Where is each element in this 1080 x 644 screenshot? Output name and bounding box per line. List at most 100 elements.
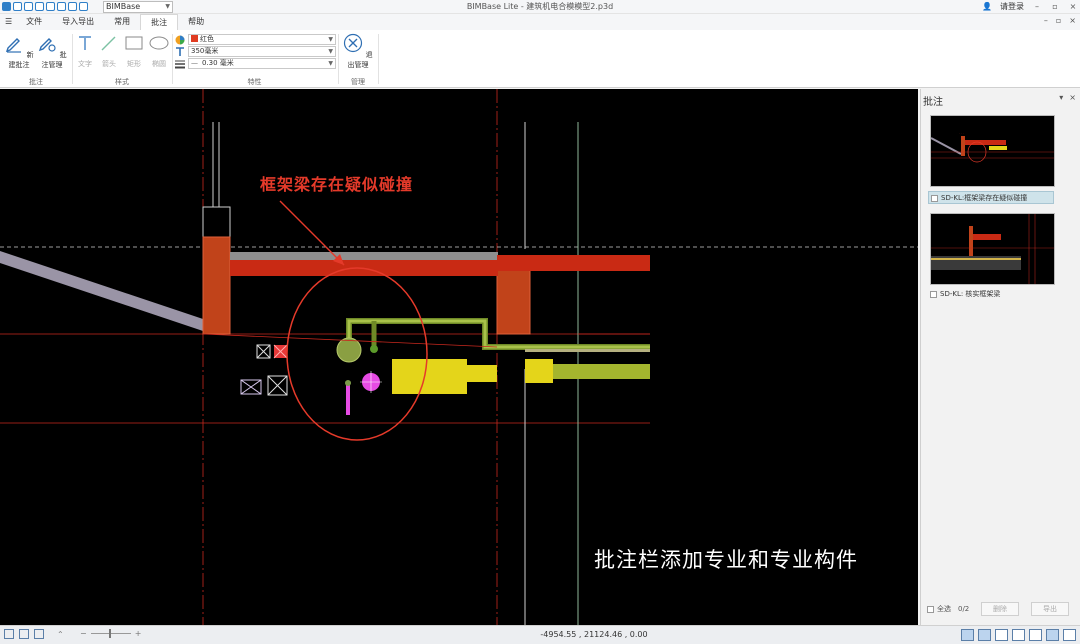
restore-button[interactable]: ▫ bbox=[1050, 1, 1060, 13]
redo-icon[interactable] bbox=[79, 2, 88, 11]
annotation-thumbnail[interactable]: · · · bbox=[930, 115, 1055, 187]
menu-help[interactable]: 帮助 bbox=[178, 14, 214, 30]
window-controls: 👤 请登录 – ▫ × bbox=[982, 1, 1078, 13]
color-property-row: 红色 ▼ bbox=[175, 34, 336, 45]
quick-access-toolbar bbox=[2, 2, 88, 11]
menu-annotation[interactable]: 批注 bbox=[140, 14, 179, 30]
line-width-icon bbox=[175, 60, 185, 68]
line-width-select[interactable]: — 0.30 毫米 ▼ bbox=[188, 58, 336, 69]
delete-button[interactable]: 删除 bbox=[981, 602, 1019, 616]
arrow-tool-icon bbox=[101, 36, 116, 51]
project-select[interactable]: BIMBase ▼ bbox=[103, 1, 173, 13]
tracking-toggle-icon[interactable] bbox=[1046, 629, 1059, 641]
panel-dropdown-icon[interactable]: ▾ bbox=[1059, 93, 1063, 102]
color-select-value: 红色 bbox=[200, 35, 214, 43]
new-file-icon[interactable] bbox=[13, 2, 22, 11]
text-size-icon bbox=[176, 46, 184, 56]
column-right bbox=[496, 268, 531, 335]
magenta-pipe bbox=[346, 385, 350, 415]
settings-icon[interactable] bbox=[57, 2, 66, 11]
column-left bbox=[202, 236, 231, 335]
video-caption: 批注栏添加专业和专业构件 bbox=[594, 548, 858, 572]
text-size-select-value: 350毫米 bbox=[191, 47, 219, 55]
ribbon-close-icon[interactable]: × bbox=[1069, 16, 1076, 25]
annotation-manage-button[interactable]: 批注管理 bbox=[35, 33, 69, 70]
menu-import-export[interactable]: 导入导出 bbox=[52, 14, 104, 30]
svg-text:· · ·: · · · bbox=[959, 131, 964, 135]
text-size-select[interactable]: 350毫米 ▼ bbox=[188, 46, 336, 57]
chevron-down-icon: ▼ bbox=[328, 48, 333, 55]
annotation-text[interactable]: 框架梁存在疑似碰撞 bbox=[260, 171, 413, 195]
new-annotation-label: 新建批注 bbox=[8, 51, 34, 69]
ortho-toggle-icon[interactable] bbox=[978, 629, 991, 641]
thumbnail-image bbox=[931, 214, 1054, 284]
group-label-properties: 特性 bbox=[247, 78, 262, 86]
color-select[interactable]: 红色 ▼ bbox=[188, 34, 336, 45]
login-link[interactable]: 请登录 bbox=[1000, 1, 1024, 13]
pencil-icon bbox=[6, 38, 22, 53]
grid-toggle-icon[interactable] bbox=[1029, 629, 1042, 641]
export-button[interactable]: 导出 bbox=[1031, 602, 1069, 616]
select-all-row[interactable]: 全选 0/2 bbox=[927, 604, 969, 614]
yellow-duct bbox=[467, 365, 497, 382]
text-tool-button[interactable]: 文字 bbox=[75, 33, 95, 69]
arrow-tool-label: 箭头 bbox=[102, 60, 116, 68]
minimize-button[interactable]: – bbox=[1032, 1, 1042, 13]
pipe-fitting bbox=[336, 337, 362, 363]
annotation-checkbox[interactable] bbox=[930, 291, 937, 298]
ellipse-icon bbox=[149, 36, 169, 50]
close-button[interactable]: × bbox=[1068, 1, 1078, 13]
select-all-checkbox[interactable] bbox=[927, 605, 934, 613]
status-bar: ⌃ − + -4954.55 , 21124.46 , 0.00 bbox=[0, 625, 1080, 644]
arrow-tool-button[interactable]: 箭头 bbox=[99, 33, 119, 69]
select-all-label: 全选 bbox=[937, 605, 951, 613]
axis-toggle-icon[interactable] bbox=[1012, 629, 1025, 641]
ribbon-restore-icon[interactable]: ▫ bbox=[1056, 16, 1061, 25]
panel-title: 批注 bbox=[923, 97, 943, 108]
ellipse-tool-button[interactable]: 椭圆 bbox=[148, 33, 170, 69]
panel-close-icon[interactable]: × bbox=[1069, 93, 1076, 102]
undo-icon[interactable] bbox=[68, 2, 77, 11]
selection-count: 0/2 bbox=[958, 605, 970, 613]
annotation-thumbnail[interactable] bbox=[930, 213, 1055, 285]
color-palette-icon bbox=[175, 35, 185, 44]
annotation-list-item[interactable]: SD-KL: 核实框架梁 bbox=[928, 288, 1054, 301]
annotation-checkbox[interactable] bbox=[931, 195, 938, 202]
ribbon: 新建批注 批注管理 批注 文字 箭头 矩形 椭圆 样式 红色 ▼ 350毫米 ▼… bbox=[0, 30, 1080, 88]
title-bar: BIMBase ▼ BIMBase Lite - 建筑机电合模模型2.p3d 👤… bbox=[0, 0, 1080, 14]
frame-beam bbox=[497, 255, 650, 271]
new-annotation-button[interactable]: 新建批注 bbox=[3, 33, 35, 70]
ellipse-tool-label: 椭圆 bbox=[152, 60, 166, 68]
menu-bar: ☰ 文件 导入导出 常用 批注 帮助 – ▫ × bbox=[0, 14, 1080, 30]
cursor-coordinates: -4954.55 , 21124.46 , 0.00 bbox=[540, 630, 648, 639]
app-logo-icon bbox=[2, 2, 11, 11]
group-label-annotation: 批注 bbox=[29, 78, 43, 86]
menu-common[interactable]: 常用 bbox=[104, 14, 140, 30]
angle-toggle-icon[interactable] bbox=[995, 629, 1008, 641]
settings-gear-icon[interactable] bbox=[1063, 629, 1076, 641]
project-select-value: BIMBase bbox=[106, 2, 141, 11]
annotation-manage-icon bbox=[39, 38, 56, 52]
thumbnail-image: · · · bbox=[931, 131, 1054, 163]
chevron-down-icon: ▼ bbox=[165, 3, 170, 10]
save-icon[interactable] bbox=[35, 2, 44, 11]
ribbon-minimize-icon[interactable]: – bbox=[1044, 16, 1048, 25]
snap-toggle-icon[interactable] bbox=[961, 629, 974, 641]
exit-circle-x-icon bbox=[344, 33, 363, 53]
rect-tool-button[interactable]: 矩形 bbox=[123, 33, 145, 69]
save-as-icon[interactable] bbox=[46, 2, 55, 11]
annotation-item-label: SD-KL:框架梁存在疑似碰撞 bbox=[941, 194, 1028, 202]
group-label-manage: 管理 bbox=[351, 78, 365, 86]
menu-file[interactable]: 文件 bbox=[16, 14, 52, 30]
annotation-list-item[interactable]: SD-KL:框架梁存在疑似碰撞 bbox=[928, 191, 1054, 204]
chevron-down-icon: ▼ bbox=[328, 60, 333, 67]
green-duct bbox=[553, 364, 650, 379]
rectangle-icon bbox=[125, 36, 143, 50]
hamburger-menu-icon[interactable]: ☰ bbox=[0, 14, 16, 30]
exit-manage-button[interactable]: 退出管理 bbox=[341, 33, 375, 70]
annotation-item-label: SD-KL: 核实框架梁 bbox=[940, 290, 1001, 298]
open-folder-icon[interactable] bbox=[24, 2, 33, 11]
drawing-canvas[interactable]: 框架梁存在疑似碰撞 批注栏添加专业和专业构件 bbox=[0, 89, 918, 625]
pipe-joint bbox=[370, 345, 378, 353]
exit-manage-label: 退出管理 bbox=[347, 51, 373, 69]
